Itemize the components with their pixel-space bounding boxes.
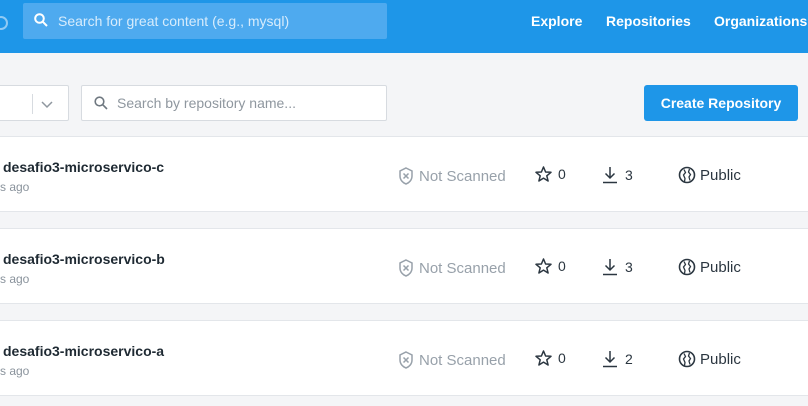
nav-explore[interactable]: Explore xyxy=(531,13,582,29)
repo-name[interactable]: desafio3-microservico-c xyxy=(3,159,164,175)
nav-organizations[interactable]: Organizations xyxy=(714,13,807,29)
download-icon xyxy=(603,351,617,368)
shield-x-icon xyxy=(399,351,413,369)
shield-x-icon xyxy=(399,167,413,185)
repo-row[interactable]: desafio3-microservico-a s ago Not Scanne… xyxy=(0,320,808,396)
pull-count-value: 3 xyxy=(625,167,633,183)
visibility-label: Public xyxy=(700,166,741,184)
shield-x-icon xyxy=(399,259,413,277)
repo-updated: s ago xyxy=(0,364,30,378)
global-search[interactable] xyxy=(23,3,387,39)
download-icon xyxy=(603,259,617,276)
download-icon xyxy=(603,167,617,184)
docker-logo-icon[interactable] xyxy=(0,16,8,30)
star-count[interactable]: 0 xyxy=(535,258,566,274)
repo-search[interactable] xyxy=(81,85,387,121)
search-icon xyxy=(34,13,48,32)
create-repository-button[interactable]: Create Repository xyxy=(644,85,798,121)
scan-status: Not Scanned xyxy=(398,259,506,277)
top-navbar: Explore Repositories Organizations xyxy=(0,0,808,53)
pull-count: 3 xyxy=(602,166,633,184)
star-count-value: 0 xyxy=(558,350,566,366)
scan-status-label: Not Scanned xyxy=(419,351,506,369)
star-icon xyxy=(535,166,552,182)
pull-count-value: 3 xyxy=(625,259,633,275)
pull-count: 2 xyxy=(602,350,633,368)
repo-row[interactable]: desafio3-microservico-b s ago Not Scanne… xyxy=(0,228,808,304)
star-count-value: 0 xyxy=(558,166,566,182)
select-divider xyxy=(32,94,33,114)
scan-status-label: Not Scanned xyxy=(419,167,506,185)
repo-name[interactable]: desafio3-microservico-b xyxy=(3,251,165,267)
star-icon xyxy=(535,350,552,366)
scan-status-label: Not Scanned xyxy=(419,259,506,277)
repo-updated: s ago xyxy=(0,180,30,194)
namespace-select[interactable] xyxy=(0,85,69,121)
pull-count: 3 xyxy=(602,258,633,276)
visibility-label: Public xyxy=(700,350,741,368)
repo-name[interactable]: desafio3-microservico-a xyxy=(3,343,164,359)
globe-icon xyxy=(678,166,696,184)
visibility: Public xyxy=(678,350,741,368)
nav-repositories[interactable]: Repositories xyxy=(606,13,691,29)
repo-search-input[interactable] xyxy=(117,86,377,120)
star-count-value: 0 xyxy=(558,258,566,274)
chevron-down-icon xyxy=(41,97,53,115)
global-search-input[interactable] xyxy=(58,3,378,39)
visibility: Public xyxy=(678,166,741,184)
repo-updated: s ago xyxy=(0,272,30,286)
search-icon xyxy=(94,96,108,115)
visibility: Public xyxy=(678,258,741,276)
scan-status: Not Scanned xyxy=(398,167,506,185)
star-icon xyxy=(535,258,552,274)
scan-status: Not Scanned xyxy=(398,351,506,369)
globe-icon xyxy=(678,258,696,276)
visibility-label: Public xyxy=(700,258,741,276)
pull-count-value: 2 xyxy=(625,351,633,367)
star-count[interactable]: 0 xyxy=(535,350,566,366)
star-count[interactable]: 0 xyxy=(535,166,566,182)
repo-row[interactable]: desafio3-microservico-c s ago Not Scanne… xyxy=(0,136,808,212)
globe-icon xyxy=(678,350,696,368)
